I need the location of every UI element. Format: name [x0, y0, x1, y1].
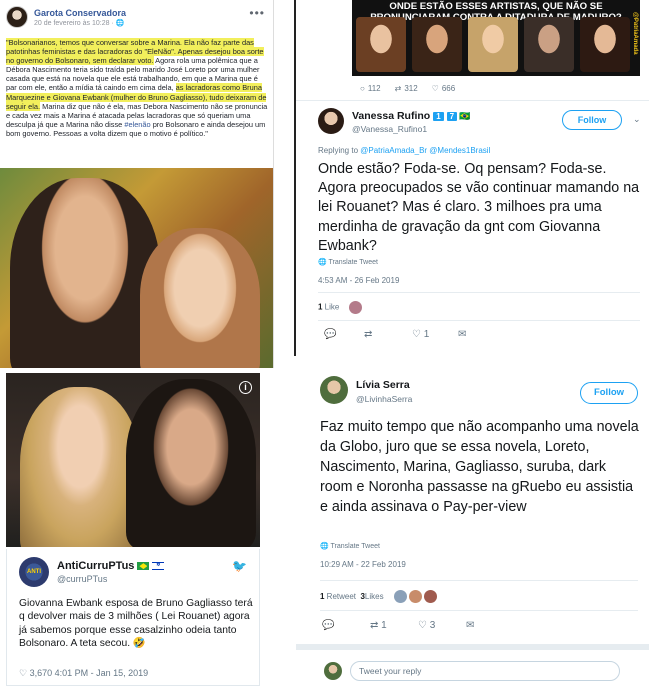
photo-person-woman [140, 228, 260, 368]
message-button[interactable]: ✉ [466, 620, 474, 631]
tweet-timestamp[interactable]: 10:29 AM - 22 Feb 2019 [320, 560, 406, 569]
like-stat[interactable]: ♡ 666 [432, 84, 456, 93]
reply-input[interactable]: Tweet your reply [350, 661, 620, 681]
brazil-flag-icon: 🇧🇷 [459, 111, 471, 121]
author-name-text: AntiCurruPTus [57, 560, 135, 572]
post-text: "Bolsonarianos, temos que conversar sobr… [6, 38, 268, 138]
heart-icon: ♡ [431, 84, 439, 93]
banner-handle: @PatriaAmada [632, 12, 638, 55]
divider [320, 610, 638, 611]
banner-face [580, 17, 630, 72]
post-photo[interactable] [0, 168, 273, 368]
tweet-footer[interactable]: ♡ 3,670 4:01 PM - Jan 15, 2019 [19, 668, 148, 679]
reply-targets[interactable]: @PatriaAmada_Br @Mendes1Brasil [360, 146, 490, 155]
divider [320, 580, 638, 581]
author-name[interactable]: AntiCurruPTus ✡ [57, 560, 165, 572]
retweet-count: 312 [404, 84, 418, 93]
quoted-image-banner[interactable]: ONDE ESTÃO ESSES ARTISTAS, QUE NÃO SE PR… [352, 0, 640, 76]
translate-tweet-link[interactable]: 🌐 Translate Tweet [320, 542, 380, 550]
tweet-bottom: Lívia Serra @LivinhaSerra Follow Faz mui… [296, 370, 649, 686]
tweet-text: Giovanna Ewbank esposa de Bruno Gagliass… [19, 598, 253, 649]
divider [318, 292, 640, 293]
info-icon[interactable]: i [239, 381, 252, 394]
replying-to: Replying to @PatriaAmada_Br @Mendes1Bras… [318, 146, 490, 155]
retweet-icon: ⇄ [394, 84, 402, 93]
liker-avatar[interactable] [423, 590, 437, 603]
retweet-button[interactable]: ⇄ 1 [370, 620, 387, 631]
follow-button[interactable]: Follow [580, 382, 638, 404]
divider [318, 320, 640, 321]
israel-flag-icon: ✡ [152, 562, 165, 571]
translate-tweet-link[interactable]: 🌐 Translate Tweet [318, 258, 378, 266]
photo-person-man [126, 379, 256, 547]
avatar[interactable] [324, 662, 342, 680]
reply-prefix: Replying to [318, 146, 361, 155]
divider [296, 644, 649, 650]
photo-person-woman [20, 387, 140, 547]
tweet-card-left: i ANTI AntiCurruPTus ✡ @curruPTus 🐦 Giova… [0, 369, 274, 686]
badge-seven: 7 [446, 112, 458, 121]
message-button[interactable]: ✉ [458, 329, 466, 340]
facebook-post: Garota Conservadora 20 de fevereiro às 1… [0, 0, 274, 368]
reply-stat[interactable]: ○ 112 [360, 84, 381, 93]
author-handle[interactable]: @curruPTus [57, 574, 107, 584]
twitter-bird-icon[interactable]: 🐦 [232, 559, 247, 573]
tweet-body: ANTI AntiCurruPTus ✡ @curruPTus 🐦 Giovann… [6, 549, 260, 686]
liker-avatar[interactable] [393, 590, 407, 603]
tweet-text: Faz muito tempo que não acompanho uma no… [320, 419, 639, 515]
tweet-timestamp[interactable]: 4:53 AM - 26 Feb 2019 [318, 276, 399, 285]
like-button[interactable]: ♡ 1 [412, 329, 429, 340]
banner-face [524, 17, 574, 72]
avatar[interactable]: ANTI [19, 557, 49, 587]
post-header: Garota Conservadora 20 de fevereiro às 1… [6, 6, 126, 28]
reply-icon: ○ [360, 84, 365, 93]
hashtag-link[interactable]: #elenão [124, 120, 150, 129]
reply-composer: Tweet your reply [324, 660, 624, 682]
author-name-text: Vanessa Rufino [352, 110, 431, 122]
post-date[interactable]: 20 de fevereiro às 10:28 · 🌐 [34, 19, 126, 27]
retweet-label[interactable]: Retweet [324, 592, 360, 601]
retweet-stat[interactable]: ⇄ 312 [395, 84, 418, 93]
badge-one: 1 [433, 112, 444, 121]
tweet-text: Onde estão? Foda-se. Oq pensam? Foda-se.… [318, 161, 640, 254]
reply-button[interactable]: 💬 [322, 620, 334, 631]
post-meta: Garota Conservadora 20 de fevereiro às 1… [34, 8, 126, 27]
author-name[interactable]: Lívia Serra [356, 379, 410, 391]
author-name[interactable]: Garota Conservadora [34, 8, 126, 18]
banner-face [468, 17, 518, 72]
liker-avatar[interactable] [408, 590, 422, 603]
follow-button[interactable]: Follow [562, 110, 622, 130]
avatar[interactable] [320, 376, 348, 404]
photo-person-man [10, 178, 160, 368]
tweet-photo[interactable]: i [6, 373, 260, 547]
quoted-tweet-stats: ○ 112 ⇄ 312 ♡ 666 [360, 84, 455, 93]
like-button[interactable]: ♡ 3 [418, 620, 435, 631]
reply-button[interactable]: 💬 [324, 329, 336, 340]
chevron-down-icon[interactable]: ⌄ [633, 114, 641, 125]
author-handle[interactable]: @LivinhaSerra [356, 394, 412, 404]
avatar[interactable] [318, 108, 344, 134]
retweet-button[interactable]: ⇄ [364, 329, 372, 340]
likes-label: Like [322, 302, 340, 312]
likes-summary[interactable]: 1 Like [318, 301, 363, 314]
author-handle[interactable]: @Vanessa_Rufino1 [352, 124, 427, 134]
avatar[interactable] [6, 6, 28, 28]
ellipsis-icon[interactable]: ••• [249, 6, 265, 20]
engagement-summary: 1 Retweet 3 Likes [320, 590, 437, 603]
likes-label[interactable]: Likes [365, 592, 384, 601]
brazil-flag-icon [137, 562, 150, 571]
reply-count: 112 [367, 84, 381, 93]
banner-face [412, 17, 462, 72]
banner-face [356, 17, 406, 72]
divider [296, 100, 649, 101]
tweet-reply-top: ONDE ESTÃO ESSES ARTISTAS, QUE NÃO SE PR… [296, 0, 649, 356]
author-name[interactable]: Vanessa Rufino 1 7 🇧🇷 [352, 110, 470, 122]
liker-avatar[interactable] [349, 301, 363, 314]
like-count: 666 [441, 84, 456, 93]
